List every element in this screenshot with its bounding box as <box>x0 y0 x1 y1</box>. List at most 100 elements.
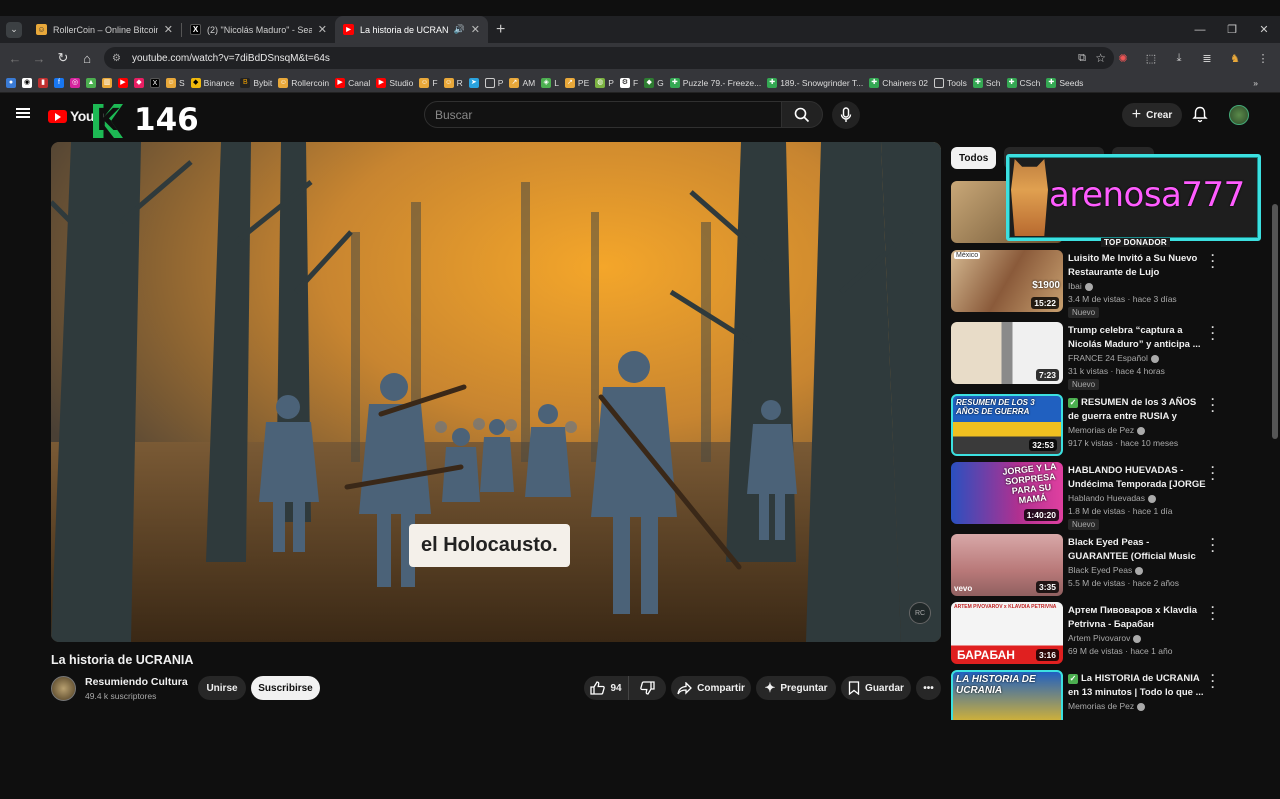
bookmark-item[interactable]: ☺ R <box>443 77 463 88</box>
bookmark-rollercoin[interactable]: ☺ Rollercoin <box>278 77 329 88</box>
bookmark-item[interactable]: ✚ Chainers 02 <box>869 77 928 88</box>
recommendation-item[interactable]: LA HISTORIA DE UCRANIA ✓ La HISTORIA de U… <box>951 670 1271 720</box>
more-vert-icon[interactable]: · · · <box>1209 321 1217 345</box>
extensions-puzzle-icon[interactable]: ⬚ <box>1144 51 1158 65</box>
user-avatar[interactable] <box>1229 105 1249 125</box>
more-vert-icon[interactable]: · · · <box>1209 670 1217 693</box>
bookmark-folder[interactable]: P <box>484 77 503 88</box>
bookmark-item[interactable]: ◍ P <box>595 77 614 88</box>
reload-button[interactable]: ↻ <box>51 50 75 66</box>
search-button[interactable] <box>781 101 823 128</box>
bookmark-folder[interactable]: Tools <box>934 77 967 88</box>
save-button[interactable]: Guardar <box>841 676 911 700</box>
bookmark-item[interactable]: ◎ <box>70 77 80 88</box>
more-vert-icon[interactable]: · · · <box>1209 249 1217 273</box>
more-actions-button[interactable]: ••• <box>916 676 941 700</box>
bookmark-item[interactable]: ➤ <box>468 77 479 88</box>
more-vert-icon[interactable]: · · · <box>1209 393 1217 417</box>
more-vert-icon[interactable]: · · · <box>1209 601 1217 625</box>
tab-search-button[interactable]: ⌄ <box>6 21 22 38</box>
address-bar[interactable]: ⚙ youtube.com/watch?v=7diBdDSnsqM&t=64s … <box>104 47 1114 69</box>
back-button[interactable]: ← <box>3 51 27 66</box>
ask-button[interactable]: ✦ Preguntar <box>756 676 836 700</box>
close-tab-icon[interactable]: ✕ <box>164 23 173 36</box>
channel-name[interactable]: Memorias de Pez <box>1068 701 1146 711</box>
close-window-icon[interactable]: ✕ <box>1248 23 1280 36</box>
bookmark-item[interactable]: ✚ Sch <box>972 77 1001 88</box>
subscribe-button[interactable]: Suscribirse <box>251 676 320 700</box>
minimize-icon[interactable]: — <box>1184 24 1216 36</box>
bookmark-item[interactable]: f <box>54 77 64 88</box>
close-tab-icon[interactable]: ✕ <box>471 23 480 36</box>
chip-all[interactable]: Todos <box>951 147 997 169</box>
bookmark-bybit[interactable]: B Bybit <box>240 77 272 88</box>
bookmark-studio[interactable]: ▶ Studio <box>376 77 413 88</box>
forward-button[interactable]: → <box>27 51 51 66</box>
recommendation-item[interactable]: vevo 3:35 Black Eyed Peas - GUARANTEE (O… <box>951 533 1271 598</box>
join-button[interactable]: Unirse <box>198 676 246 700</box>
bookmark-item[interactable]: ▲ <box>86 77 96 88</box>
recommendation-item[interactable]: 7:23 Trump celebra “captura a Nicolás Ma… <box>951 321 1271 390</box>
bookmark-item[interactable]: ☺ F <box>419 77 438 88</box>
bookmark-item[interactable]: ◆ <box>134 77 144 88</box>
channel-name[interactable]: Hablando Huevadas <box>1068 493 1157 503</box>
channel-watermark[interactable]: RC <box>909 602 931 624</box>
bookmark-item[interactable]: ✚ Puzzle 79.- Freeze... <box>669 77 761 88</box>
menu-icon[interactable] <box>16 108 30 118</box>
bookmark-item[interactable]: X <box>150 77 160 88</box>
bookmark-item[interactable]: ✚ CSch <box>1006 77 1040 88</box>
more-bookmarks-icon[interactable]: » <box>1253 78 1258 88</box>
bookmark-item[interactable]: ◆ G <box>644 77 664 88</box>
bookmark-item[interactable]: ↗ PE <box>564 77 589 88</box>
bookmark-item[interactable]: ☺ S <box>166 77 185 88</box>
site-info-icon[interactable]: ⚙ <box>112 53 126 64</box>
bookmark-item[interactable]: ✚ 189.- Snowgrinder T... <box>767 77 863 88</box>
browser-tab-rollercoin[interactable]: ☺ RollerCoin – Online Bitcoin Mi ✕ <box>28 16 181 43</box>
page-scrollbar[interactable] <box>1272 199 1278 799</box>
bookmark-binance[interactable]: ◆ Binance <box>190 77 234 88</box>
create-button[interactable]: + Crear <box>1122 103 1182 127</box>
channel-name[interactable]: Artem Pivovarov <box>1068 633 1142 643</box>
scrollbar-thumb[interactable] <box>1272 204 1278 439</box>
video-player[interactable]: el Holocausto. RC <box>51 142 941 642</box>
channel-name[interactable]: Black Eyed Peas <box>1068 565 1144 575</box>
more-vert-icon[interactable]: · · · <box>1209 461 1217 485</box>
restore-icon[interactable]: ❐ <box>1216 23 1248 36</box>
voice-search-button[interactable] <box>832 101 860 129</box>
reading-list-icon[interactable]: ≣ <box>1200 51 1214 65</box>
close-tab-icon[interactable]: ✕ <box>318 23 327 36</box>
more-vert-icon[interactable]: · · · <box>1209 533 1217 557</box>
bookmark-item[interactable]: ◈ L <box>541 77 559 88</box>
recommendation-item[interactable]: México $1900 15:22 Luisito Me Invitó a S… <box>951 249 1271 318</box>
bookmark-item[interactable]: ✚ Seeds <box>1046 77 1083 88</box>
dislike-button[interactable] <box>628 676 666 700</box>
channel-name[interactable]: Ibai <box>1068 281 1093 291</box>
bookmark-item[interactable]: ● <box>6 77 16 88</box>
like-button[interactable]: 94 <box>584 676 628 700</box>
extension-fox-icon[interactable]: ✺ <box>1116 51 1130 65</box>
channel-name[interactable]: Memorias de Pez <box>1068 425 1146 435</box>
browser-tab-x-search[interactable]: X (2) "Nicolás Maduro" - Search / ✕ <box>182 16 335 43</box>
bookmark-item[interactable]: ↗ AM <box>509 77 535 88</box>
speaker-icon[interactable]: 🔊 <box>454 24 465 35</box>
profile-extension-icon[interactable]: ♞ <box>1228 51 1242 65</box>
search-input[interactable]: Buscar <box>424 101 782 128</box>
download-icon[interactable]: ⤓ <box>1172 51 1186 65</box>
bookmark-item[interactable]: ▥ <box>102 77 112 88</box>
channel-name[interactable]: FRANCE 24 Español <box>1068 353 1159 363</box>
recommendation-item[interactable]: ARTEM PIVOVAROV x KLAVDIA PETRIVNA БАРАБ… <box>951 601 1271 666</box>
channel-avatar[interactable] <box>51 676 76 701</box>
bookmark-canal[interactable]: ▶ Canal <box>335 77 370 88</box>
bookmark-item[interactable]: ▶ <box>118 77 128 88</box>
channel-name[interactable]: Resumiendo Cultura <box>85 676 188 688</box>
new-tab-button[interactable]: + <box>496 21 505 39</box>
recommendation-item[interactable]: RESUMEN DE LOS 3 AÑOS DE GUERRA 32:53 ✓ R… <box>951 393 1271 458</box>
notifications-bell-icon[interactable] <box>1192 106 1208 123</box>
bookmark-item[interactable]: ▮ <box>38 77 48 88</box>
bookmark-item[interactable]: ◉ <box>22 77 32 88</box>
browser-menu-icon[interactable]: ⋮ <box>1256 51 1270 65</box>
share-button[interactable]: Compartir <box>671 676 751 700</box>
bookmark-star-icon[interactable]: ☆ <box>1095 51 1106 65</box>
bookmark-item[interactable]: ⚙ F <box>619 77 638 88</box>
browser-tab-youtube[interactable]: ▶ La historia de UCRANIA - Yo 🔊 ✕ <box>335 16 488 43</box>
